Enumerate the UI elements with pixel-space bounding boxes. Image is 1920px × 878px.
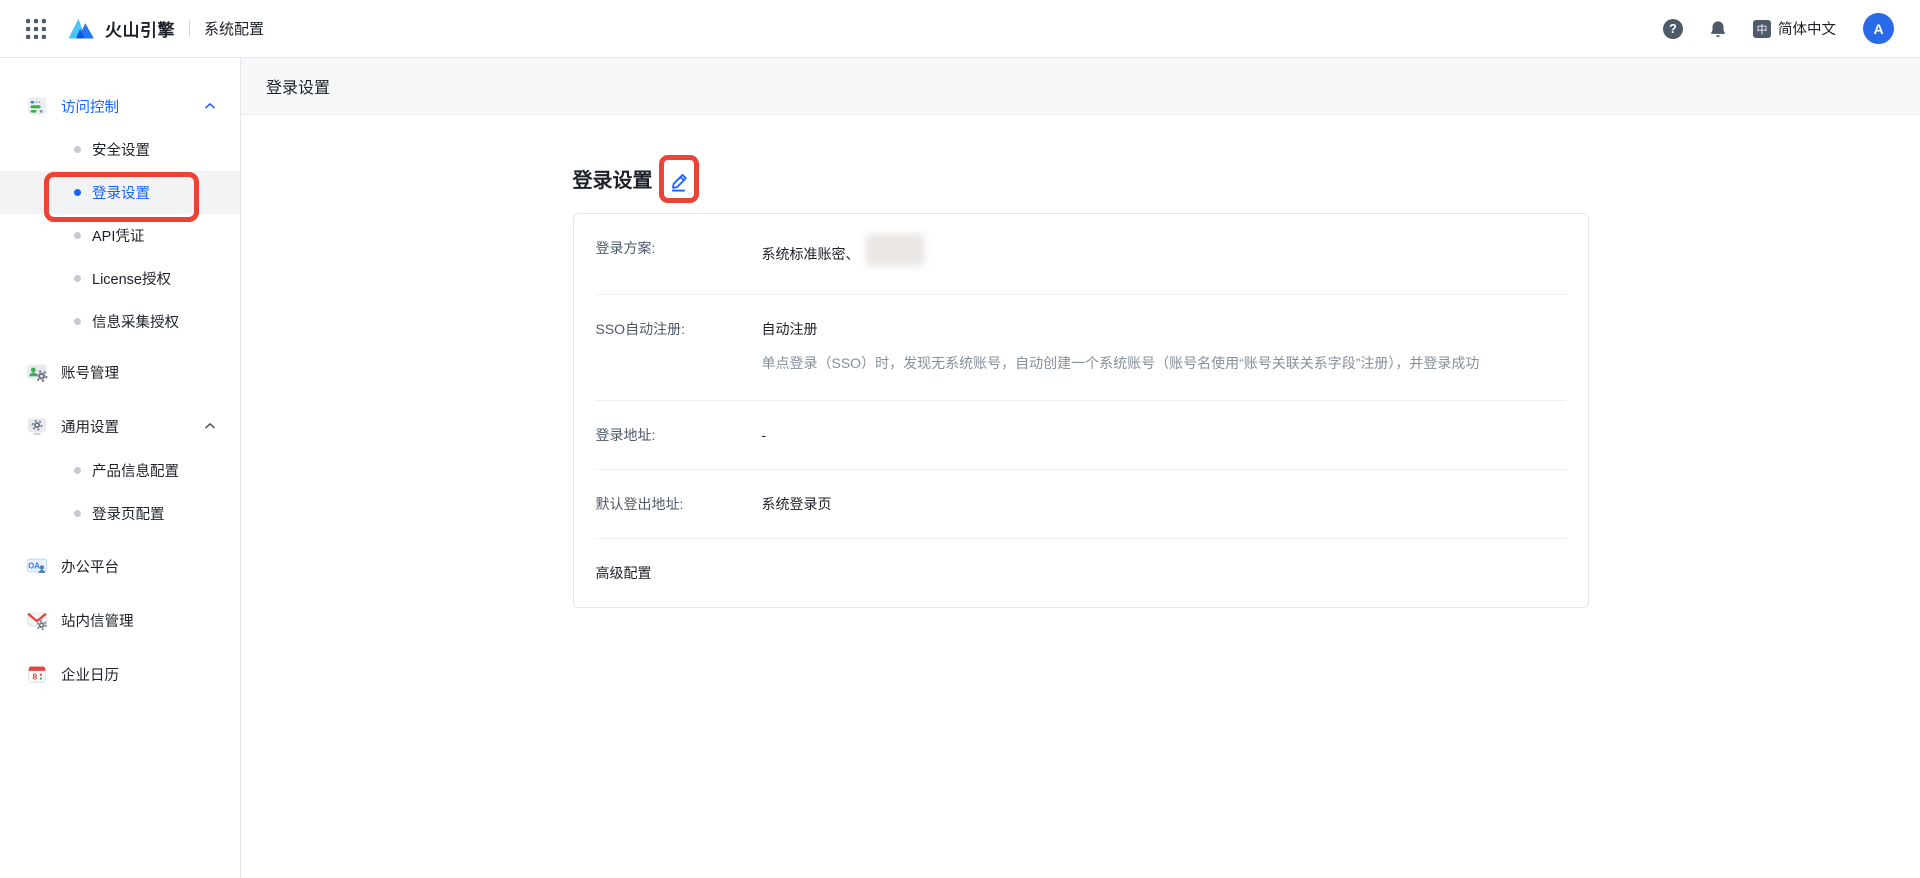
sidebar-item-label: License授权 <box>92 272 171 288</box>
sidebar-item-api-credentials[interactable]: API凭证 <box>0 214 240 257</box>
edit-wrap <box>658 155 699 203</box>
svg-text:OA: OA <box>28 561 40 570</box>
row-label: SSO自动注册: <box>595 321 685 337</box>
language-label: 简体中文 <box>1778 22 1836 38</box>
chevron-up-icon <box>204 420 216 432</box>
sidebar-item-enterprise-calendar[interactable]: 8 企业日历 <box>0 651 240 697</box>
row-label: 登录方案: <box>595 240 656 256</box>
bullet-dot-icon <box>74 189 81 196</box>
sidebar-item-label: API凭证 <box>92 229 145 245</box>
sidebar-item-label: 账号管理 <box>61 365 119 382</box>
sidebar-item-login-page-config[interactable]: 登录页配置 <box>0 492 240 535</box>
row-sso-auto-register: SSO自动注册: 自动注册 单点登录（SSO）时，发现无系统账号，自动创建一个系… <box>595 294 1566 400</box>
section-title-row: 登录设置 <box>572 155 1589 203</box>
row-value: 系统标准账密、 <box>761 246 860 262</box>
row-description: 单点登录（SSO）时，发现无系统账号，自动创建一个系统账号（账号名使用“账号关联… <box>761 355 1480 371</box>
sidebar-item-label: 站内信管理 <box>61 613 134 630</box>
sidebar-item-license-authorization[interactable]: License授权 <box>0 257 240 300</box>
app-title: 系统配置 <box>204 21 265 38</box>
chevron-up-icon <box>204 100 216 112</box>
row-login-scheme: 登录方案: 系统标准账密、 <box>596 214 1566 294</box>
sidebar-item-label: 安全设置 <box>92 143 150 159</box>
row-value: 自动注册 <box>761 321 818 337</box>
main-area: 登录设置 登录设置 登录方案: 系统标准账密、 SSO自动注册: 自动注册 单点… <box>241 58 1920 878</box>
svg-text:8: 8 <box>32 672 37 682</box>
content-inner: 登录设置 登录方案: 系统标准账密、 SSO自动注册: 自动注册 单点登录（SS… <box>572 155 1589 608</box>
login-settings-card: 登录方案: 系统标准账密、 SSO自动注册: 自动注册 单点登录（SSO）时，发… <box>572 213 1589 608</box>
sidebar-item-label: 登录设置 <box>92 186 150 202</box>
page-header: 登录设置 <box>241 58 1920 115</box>
sidebar: 访问控制 安全设置 登录设置 API凭证 License授权 信息采集授权 账号… <box>0 58 241 878</box>
row-value: 系统登录页 <box>761 496 832 512</box>
avatar[interactable]: A <box>1863 13 1894 44</box>
bullet-dot-icon <box>74 275 81 282</box>
advanced-config-link[interactable]: 高级配置 <box>596 563 652 583</box>
topbar-divider <box>189 20 190 37</box>
row-advanced-config: 高级配置 <box>595 538 1566 607</box>
access-control-icon <box>26 95 48 117</box>
bullet-dot-icon <box>74 232 81 239</box>
sidebar-item-login-settings[interactable]: 登录设置 <box>0 171 240 214</box>
app: 火山引擎 系统配置 ? 中 简体中文 A 访问控制 安全设置 登录设置 API凭… <box>0 0 1920 878</box>
row-value-wrap: 系统标准账密、 <box>761 234 924 270</box>
sidebar-item-product-info-config[interactable]: 产品信息配置 <box>0 449 240 492</box>
content: 登录设置 登录方案: 系统标准账密、 SSO自动注册: 自动注册 单点登录（SS… <box>241 115 1920 878</box>
bullet-dot-icon <box>74 318 81 325</box>
sidebar-item-label: 办公平台 <box>61 559 119 576</box>
row-default-logout-address: 默认登出地址: 系统登录页 <box>595 469 1566 538</box>
sidebar-item-account-management[interactable]: 账号管理 <box>0 349 240 395</box>
shell: 访问控制 安全设置 登录设置 API凭证 License授权 信息采集授权 账号… <box>0 58 1920 878</box>
sidebar-item-label: 登录页配置 <box>92 507 165 523</box>
sidebar-item-info-collection-authorization[interactable]: 信息采集授权 <box>0 300 240 343</box>
account-management-icon <box>26 361 48 383</box>
row-value-wrap: 自动注册 单点登录（SSO）时，发现无系统账号，自动创建一个系统账号（账号名使用… <box>762 319 1566 376</box>
sidebar-item-general-settings[interactable]: 通用设置 <box>0 403 240 449</box>
bullet-dot-icon <box>74 467 81 474</box>
topbar-left: 火山引擎 系统配置 <box>24 15 264 42</box>
help-icon[interactable]: ? <box>1663 18 1683 39</box>
sidebar-item-office-platform[interactable]: OA 办公平台 <box>0 543 240 589</box>
internal-mail-icon <box>26 609 48 631</box>
brand-name: 火山引擎 <box>105 21 175 40</box>
sidebar-item-internal-mail-management[interactable]: 站内信管理 <box>0 597 240 643</box>
bullet-dot-icon <box>74 146 81 153</box>
sidebar-item-label: 通用设置 <box>61 419 119 436</box>
section-title: 登录设置 <box>572 170 653 192</box>
sidebar-item-label: 产品信息配置 <box>92 464 179 480</box>
page-title: 登录设置 <box>266 80 331 97</box>
app-launcher-icon[interactable] <box>24 17 48 41</box>
notifications-bell-icon[interactable] <box>1708 19 1728 39</box>
calendar-icon: 8 <box>26 663 48 685</box>
general-settings-icon <box>26 415 48 437</box>
topbar: 火山引擎 系统配置 ? 中 简体中文 A <box>0 0 1920 58</box>
sidebar-item-label: 访问控制 <box>61 99 119 116</box>
topbar-right: ? 中 简体中文 A <box>1663 13 1894 44</box>
sidebar-item-label: 信息采集授权 <box>92 315 179 331</box>
sidebar-item-access-control[interactable]: 访问控制 <box>0 84 240 128</box>
sidebar-item-label: 企业日历 <box>61 667 119 684</box>
row-login-address: 登录地址: - <box>595 400 1566 469</box>
edit-pencil-icon[interactable] <box>669 170 691 192</box>
bullet-dot-icon <box>74 510 81 517</box>
language-selector[interactable]: 中 简体中文 <box>1753 18 1836 39</box>
row-label: 默认登出地址: <box>595 496 684 512</box>
row-value: - <box>761 427 767 443</box>
row-label: 登录地址: <box>595 427 656 443</box>
office-platform-icon: OA <box>26 555 48 577</box>
language-icon: 中 <box>1753 19 1771 38</box>
sidebar-item-security-settings[interactable]: 安全设置 <box>0 128 240 171</box>
redacted-blur-patch <box>865 234 924 266</box>
volcano-engine-logo-icon <box>66 15 96 42</box>
